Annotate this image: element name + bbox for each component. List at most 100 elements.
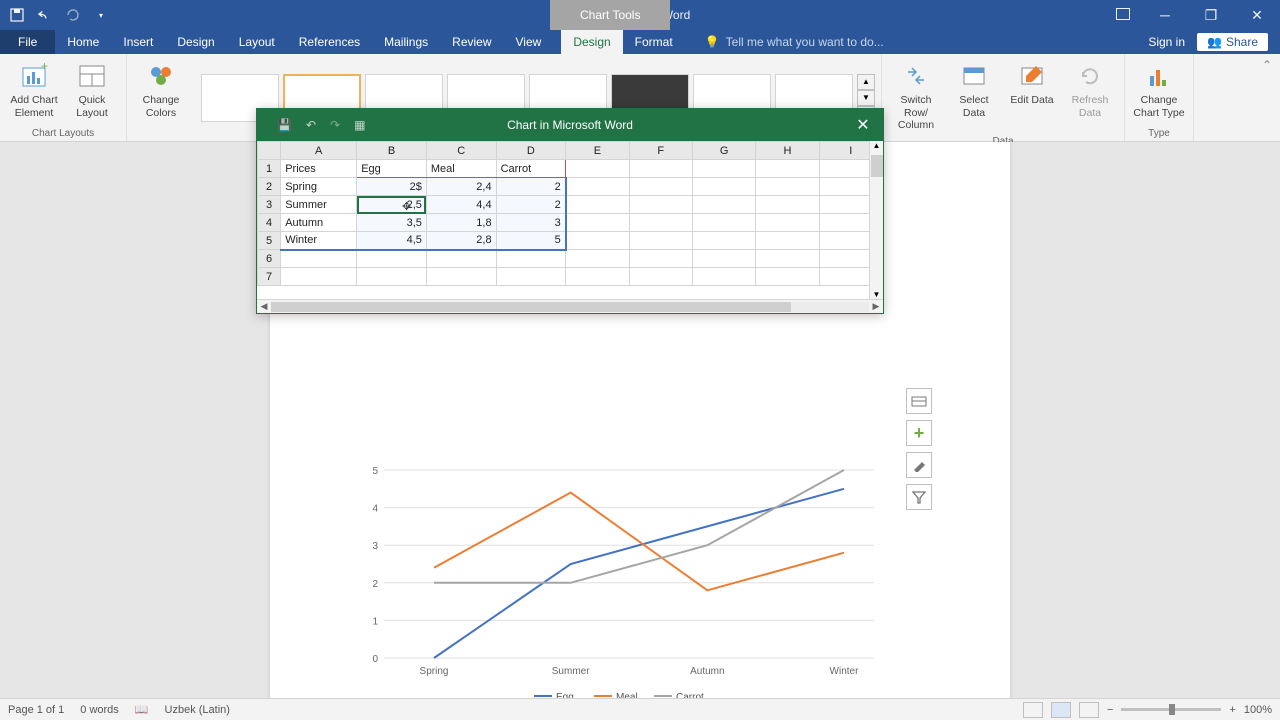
cell-D2[interactable]: 2 — [496, 178, 566, 196]
sheet-undo-icon[interactable]: ↶ — [306, 118, 316, 132]
gallery-scroll-up[interactable]: ▲ — [857, 74, 875, 90]
tab-mailings[interactable]: Mailings — [372, 30, 440, 54]
close-button[interactable]: ✕ — [1234, 0, 1280, 30]
row-header-3[interactable]: 3 — [258, 196, 281, 214]
cell-F6[interactable] — [629, 250, 692, 268]
cell-C5[interactable]: 2,8 — [426, 232, 496, 250]
cell-A7[interactable] — [281, 268, 357, 286]
tab-home[interactable]: Home — [55, 30, 111, 54]
cell-E6[interactable] — [566, 250, 629, 268]
column-header-E[interactable]: E — [566, 142, 629, 160]
cell-H1[interactable] — [756, 160, 819, 178]
cell-G1[interactable] — [692, 160, 755, 178]
datasheet-horizontal-scrollbar[interactable]: ◀ ▶ — [257, 299, 883, 313]
cell-B6[interactable] — [357, 250, 427, 268]
zoom-in-button[interactable]: + — [1229, 704, 1235, 716]
column-header-G[interactable]: G — [692, 142, 755, 160]
cell-E1[interactable] — [566, 160, 629, 178]
row-header-1[interactable]: 1 — [258, 160, 281, 178]
tab-insert[interactable]: Insert — [111, 30, 165, 54]
cell-F4[interactable] — [629, 214, 692, 232]
quick-layout-button[interactable]: Quick Layout — [64, 58, 120, 121]
cell-B4[interactable]: 3,5 — [357, 214, 427, 232]
edit-data-button[interactable]: Edit Data — [1004, 58, 1060, 134]
print-layout-button[interactable] — [1051, 702, 1071, 718]
tab-chart-design[interactable]: Design — [561, 30, 622, 54]
cell-C3[interactable]: 4,4 — [426, 196, 496, 214]
zoom-level[interactable]: 100% — [1244, 704, 1272, 716]
tab-chart-format[interactable]: Format — [623, 30, 685, 54]
gallery-scroll-down[interactable]: ▼ — [857, 90, 875, 106]
cell-B5[interactable]: 4,5 — [357, 232, 427, 250]
language-status[interactable]: Uzbek (Latin) — [165, 704, 230, 716]
column-header-A[interactable]: A — [281, 142, 357, 160]
column-header-C[interactable]: C — [426, 142, 496, 160]
datasheet-grid[interactable]: ABCDEFGHI1PricesEggMealCarrot2Spring2$2,… — [257, 141, 883, 299]
switch-row-column-button[interactable]: Switch Row/ Column — [888, 58, 944, 134]
cell-H6[interactable] — [756, 250, 819, 268]
chart-filters-button[interactable] — [906, 484, 932, 510]
embedded-chart[interactable]: 012345SpringSummerAutumnWinterEggMealCar… — [354, 462, 894, 698]
cell-A6[interactable] — [281, 250, 357, 268]
cell-F7[interactable] — [629, 268, 692, 286]
chart-styles-button[interactable] — [906, 452, 932, 478]
zoom-slider[interactable] — [1121, 708, 1221, 711]
cell-C2[interactable]: 2,4 — [426, 178, 496, 196]
row-header-6[interactable]: 6 — [258, 250, 281, 268]
cell-A4[interactable]: Autumn — [281, 214, 357, 232]
share-button[interactable]: 👥 Share — [1197, 33, 1268, 51]
cell-D1[interactable]: Carrot — [496, 160, 566, 178]
save-icon[interactable] — [10, 8, 24, 22]
tab-view[interactable]: View — [504, 30, 554, 54]
row-header-4[interactable]: 4 — [258, 214, 281, 232]
cell-F1[interactable] — [629, 160, 692, 178]
cell-F5[interactable] — [629, 232, 692, 250]
cell-E7[interactable] — [566, 268, 629, 286]
cell-G4[interactable] — [692, 214, 755, 232]
undo-icon[interactable] — [38, 8, 52, 22]
cell-H4[interactable] — [756, 214, 819, 232]
customize-qat-icon[interactable]: ▾ — [94, 8, 108, 22]
read-mode-button[interactable] — [1023, 702, 1043, 718]
repeat-icon[interactable] — [66, 8, 80, 22]
column-header-F[interactable]: F — [629, 142, 692, 160]
cell-G3[interactable] — [692, 196, 755, 214]
row-header-2[interactable]: 2 — [258, 178, 281, 196]
cell-C4[interactable]: 1,8 — [426, 214, 496, 232]
column-header-B[interactable]: B — [357, 142, 427, 160]
sheet-edit-in-excel-icon[interactable]: ▦ — [354, 118, 365, 132]
row-header-7[interactable]: 7 — [258, 268, 281, 286]
restore-button[interactable]: ❐ — [1188, 0, 1234, 30]
chart-elements-button[interactable]: + — [906, 420, 932, 446]
cell-A3[interactable]: Summer — [281, 196, 357, 214]
cell-G2[interactable] — [692, 178, 755, 196]
cell-B1[interactable]: Egg — [357, 160, 427, 178]
ribbon-display-options-icon[interactable] — [1116, 8, 1130, 20]
refresh-data-button[interactable]: Refresh Data — [1062, 58, 1118, 134]
sign-in-link[interactable]: Sign in — [1148, 35, 1185, 49]
cell-E3[interactable] — [566, 196, 629, 214]
page-number-status[interactable]: Page 1 of 1 — [8, 704, 64, 716]
datasheet-vertical-scrollbar[interactable]: ▲ ▼ — [869, 141, 883, 299]
cell-F2[interactable] — [629, 178, 692, 196]
cell-E5[interactable] — [566, 232, 629, 250]
cell-F3[interactable] — [629, 196, 692, 214]
tab-file[interactable]: File — [0, 30, 55, 54]
column-header-H[interactable]: H — [756, 142, 819, 160]
cell-H2[interactable] — [756, 178, 819, 196]
spellcheck-icon[interactable]: 📖 — [135, 703, 149, 716]
cell-G6[interactable] — [692, 250, 755, 268]
cell-B2[interactable]: 2$ — [357, 178, 427, 196]
cell-E2[interactable] — [566, 178, 629, 196]
cell-A2[interactable]: Spring — [281, 178, 357, 196]
cell-D4[interactable]: 3 — [496, 214, 566, 232]
cell-H7[interactable] — [756, 268, 819, 286]
change-chart-type-button[interactable]: Change Chart Type — [1131, 58, 1187, 121]
select-data-button[interactable]: Select Data — [946, 58, 1002, 134]
row-header-5[interactable]: 5 — [258, 232, 281, 250]
change-colors-button[interactable]: Change Colors — [133, 58, 189, 121]
cell-A1[interactable]: Prices — [281, 160, 357, 178]
cell-D3[interactable]: 2 — [496, 196, 566, 214]
chart-layout-options-button[interactable] — [906, 388, 932, 414]
cell-G7[interactable] — [692, 268, 755, 286]
